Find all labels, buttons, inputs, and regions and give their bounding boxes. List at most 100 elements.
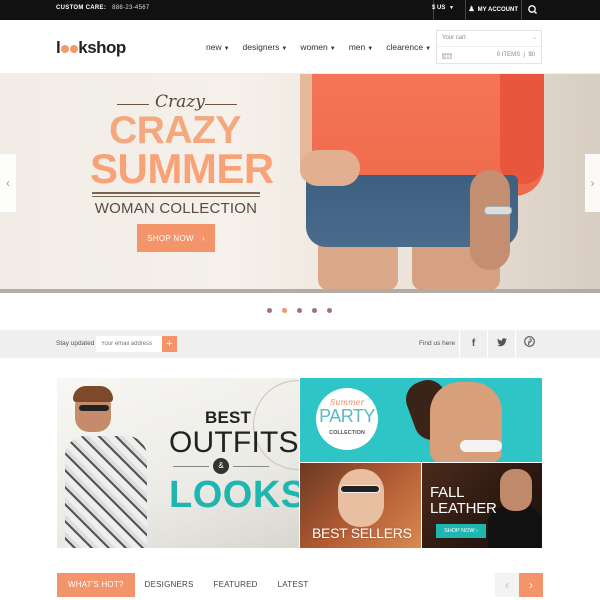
product-tabs: WHAT'S HOT? DESIGNERS FEATURED LATEST (57, 573, 318, 597)
newsletter-label: Stay updated (56, 340, 95, 347)
twitter-link[interactable]: t (487, 330, 515, 358)
divider (437, 46, 541, 47)
carousel-next-button[interactable]: › (519, 573, 543, 597)
promo-model-image (338, 469, 384, 527)
promo-title-line3: LOOKS (169, 474, 299, 516)
nav-label: women (300, 42, 328, 52)
chevron-down-icon: ⌄ (531, 35, 537, 41)
email-input[interactable] (96, 336, 162, 352)
button-label: SHOP NOW (147, 233, 194, 243)
promo-title-line1: FALL (430, 484, 465, 501)
caret-down-icon: ▼ (425, 46, 432, 52)
shopping-basket-icon (442, 53, 452, 59)
promo-title-line2: LEATHER (430, 500, 497, 517)
tab-designers[interactable]: DESIGNERS (135, 573, 204, 597)
promo-fall-leather[interactable]: FALL LEATHER SHOP NOW › (422, 463, 542, 548)
hero-headline: CRAZY SUMMER (90, 111, 274, 192)
logo-dot (69, 45, 78, 53)
my-account-link[interactable]: ♟ MY ACCOUNT (468, 5, 518, 13)
nav-item-designers[interactable]: designers ▼ (243, 42, 288, 52)
caret-down-icon: ▼ (367, 46, 374, 52)
hero-model-image (318, 240, 398, 290)
slider-next-button[interactable]: › (585, 154, 600, 212)
slider-dot-active[interactable] (282, 308, 287, 313)
hero-model-image (470, 170, 510, 270)
nav-item-new[interactable]: new ▼ (206, 42, 230, 52)
tab-featured[interactable]: FEATURED (204, 573, 268, 597)
twitter-icon (496, 338, 507, 347)
newsletter-submit-button[interactable]: + (162, 336, 177, 352)
nav-item-men[interactable]: men ▼ (349, 42, 374, 52)
decorative-rule (92, 192, 260, 194)
my-account-label: MY ACCOUNT (477, 7, 518, 13)
hero-model-image (500, 74, 544, 184)
logo[interactable]: l kshop (56, 38, 126, 58)
phone-number: 888-23-4567 (112, 5, 150, 11)
currency-label: $ US (432, 5, 446, 11)
hero-progress-bar (0, 289, 600, 293)
promo-label: BEST SELLERS (312, 525, 412, 541)
search-icon (528, 5, 537, 14)
top-bar: CUSTOM CARE: 888-23-4567 $ US ▼ ♟ MY ACCOU… (0, 0, 600, 20)
hero-headline-line2: SUMMER (90, 145, 274, 192)
hero-model-image (300, 150, 360, 186)
chevron-right-icon: › (529, 578, 533, 592)
divider (465, 0, 466, 20)
promo-best-outfits[interactable]: BEST OUTFITS & LOOKS (57, 378, 299, 548)
slider-dot[interactable] (267, 308, 272, 313)
badge-subtitle: COLLECTION (329, 430, 365, 436)
chevron-right-icon: › (476, 528, 478, 534)
chevron-left-icon: ‹ (6, 176, 10, 190)
promo-title: FALL LEATHER (430, 485, 497, 517)
promo-summer-party[interactable]: Summer PARTY COLLECTION (300, 378, 542, 462)
cart-total: $0 (528, 52, 535, 58)
hero-model-image (484, 206, 512, 215)
tab-latest[interactable]: LATEST (268, 573, 319, 597)
hero-subheadline: WOMAN COLLECTION (94, 200, 258, 217)
promo-title-line2: OUTFITS (169, 426, 299, 459)
slider-dot[interactable] (312, 308, 317, 313)
slider-dot[interactable] (297, 308, 302, 313)
slider-prev-button[interactable]: ‹ (0, 154, 16, 212)
chevron-right-icon: › (590, 176, 595, 190)
decorative-line (173, 466, 209, 467)
cart-summary: 0 ITEMS | $0 (496, 52, 535, 58)
tab-whats-hot[interactable]: WHAT'S HOT? (57, 573, 135, 597)
nav-item-clearence[interactable]: clearence ▼ (386, 42, 431, 52)
hero-shop-now-button[interactable]: SHOP NOW › (137, 224, 215, 252)
currency-selector[interactable]: $ US ▼ (432, 5, 454, 11)
facebook-link[interactable]: f (459, 330, 487, 358)
slider-pagination (267, 308, 332, 313)
promo-model-image (73, 386, 113, 402)
promo-title-line1: BEST (205, 408, 252, 427)
caret-down-icon: ▼ (329, 46, 336, 52)
logo-text-start: l (56, 38, 61, 57)
badge-title: PARTY (319, 406, 375, 426)
main-nav: new ▼ designers ▼ women ▼ men ▼ clearence ▼ (206, 42, 444, 52)
nav-label: new (206, 42, 222, 52)
logo-dot (60, 45, 69, 53)
cart-label: Your cart (442, 35, 466, 41)
social-label: Find us here (419, 340, 456, 347)
promo-best-sellers[interactable]: BEST SELLERS (300, 463, 421, 548)
chevron-right-icon: › (201, 233, 205, 243)
search-button[interactable] (522, 0, 542, 20)
nav-label: men (348, 42, 366, 52)
button-label: SHOP NOW (444, 528, 475, 534)
leather-shop-now-button[interactable]: SHOP NOW › (436, 524, 486, 538)
customer-care-label: CUSTOM CARE: (56, 5, 107, 11)
promo-model-image (460, 440, 502, 452)
pinterest-link[interactable]: p (515, 330, 543, 358)
promo-model-image (340, 485, 380, 493)
cart-items: 0 ITEMS (496, 52, 521, 58)
carousel-prev-button[interactable]: ‹ (495, 573, 519, 597)
promo-model-image (500, 469, 532, 511)
chevron-left-icon: ‹ (505, 578, 509, 592)
nav-item-women[interactable]: women ▼ (300, 42, 335, 52)
customer-care: CUSTOM CARE: 888-23-4567 (56, 5, 150, 11)
nav-label: designers (242, 42, 280, 52)
decorative-line (205, 104, 237, 105)
slider-dot[interactable] (327, 308, 332, 313)
decorative-line (117, 104, 149, 105)
cart-widget[interactable]: Your cart ⌄ 0 ITEMS | $0 (436, 30, 542, 64)
